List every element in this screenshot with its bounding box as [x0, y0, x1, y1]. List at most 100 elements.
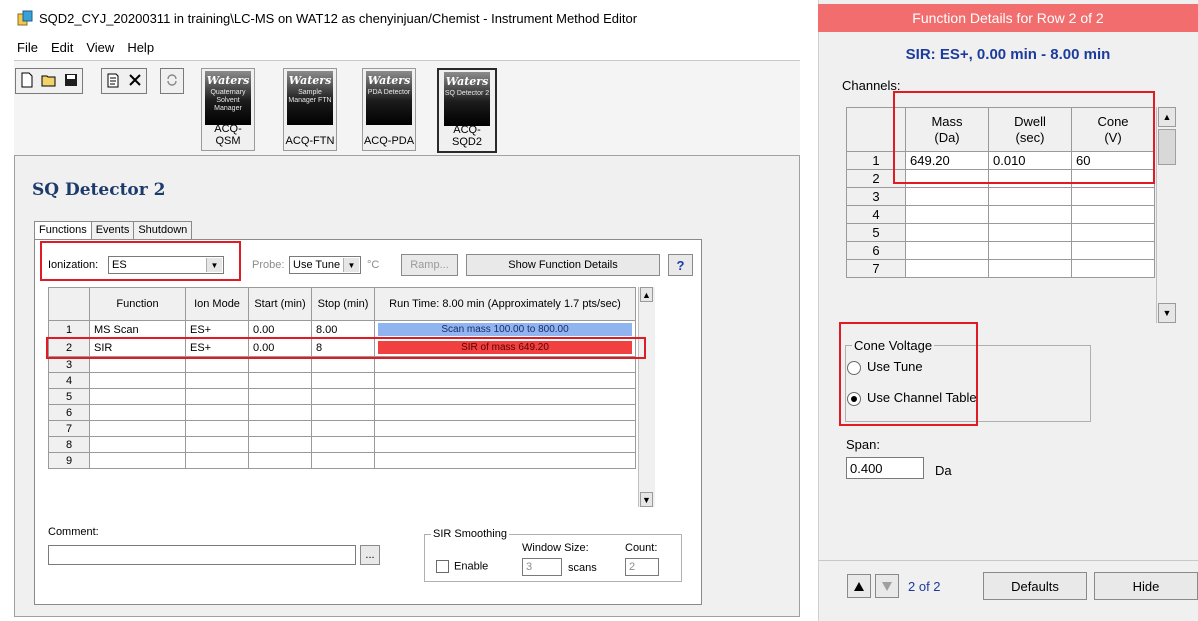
save-icon[interactable]	[60, 69, 82, 91]
table-row[interactable]: 4	[48, 372, 636, 389]
table-row[interactable]: 3	[846, 187, 1155, 206]
count-label: Count:	[625, 542, 658, 554]
open-icon[interactable]	[38, 69, 60, 91]
probe-unit: °C	[367, 259, 380, 271]
stop-cell[interactable]: 8.00	[311, 320, 375, 339]
window-title: SQD2_CYJ_20200311 in training\LC-MS on W…	[39, 10, 638, 26]
window-size-input[interactable]: 3	[522, 558, 562, 576]
details-subtitle: SIR: ES+, 0.00 min - 8.00 min	[905, 46, 1111, 63]
comment-browse-button[interactable]: ...	[360, 545, 380, 565]
col-start: Start (min)	[248, 287, 312, 321]
row-number: 5	[846, 223, 906, 242]
probe-select[interactable]: Use Tune ▼	[289, 256, 361, 274]
functions-table: Function Ion Mode Start (min) Stop (min)…	[48, 287, 636, 469]
channels-scrollbar[interactable]: ▲ ▼	[1156, 107, 1177, 323]
table-row[interactable]: 5	[846, 223, 1155, 242]
defaults-button[interactable]: Defaults	[983, 572, 1087, 600]
row-number: 4	[846, 205, 906, 224]
col-ion-mode: Ion Mode	[185, 287, 249, 321]
count-input[interactable]: 2	[625, 558, 659, 576]
highlight-ionization	[40, 241, 241, 281]
span-input[interactable]: 0.400	[846, 457, 924, 479]
scroll-down-icon[interactable]: ▼	[1158, 303, 1176, 323]
tab-shutdown[interactable]: Shutdown	[133, 221, 193, 240]
row-number: 3	[846, 187, 906, 206]
row-number: 1	[48, 320, 90, 339]
function-bar: Scan mass 100.00 to 800.00	[378, 323, 632, 336]
file-buttons	[15, 68, 83, 94]
row-number: 9	[48, 452, 90, 469]
table-row[interactable]: 5	[48, 388, 636, 405]
highlight-cone-voltage	[839, 322, 978, 426]
module-label: ACQ-FTN	[285, 135, 335, 147]
col-function: Function	[89, 287, 186, 321]
triangle-up-icon	[854, 581, 864, 591]
comment-label: Comment:	[48, 526, 99, 538]
properties-icon[interactable]	[102, 69, 124, 91]
highlight-channel-values	[893, 91, 1155, 184]
run-time-cell: Scan mass 100.00 to 800.00	[374, 320, 636, 339]
tab-events[interactable]: Events	[90, 221, 135, 240]
module-acq-qsm[interactable]: Waters Quaternary Solvent Manager ACQ-QS…	[201, 68, 255, 151]
scroll-up-icon[interactable]: ▲	[1158, 107, 1176, 127]
scroll-down-icon[interactable]: ▼	[640, 492, 653, 507]
new-icon[interactable]	[16, 69, 38, 91]
triangle-down-icon	[882, 581, 892, 591]
module-acq-ftn[interactable]: Waters Sample Manager FTN ACQ-FTN	[283, 68, 337, 151]
table-row[interactable]: 7	[48, 420, 636, 437]
table-row[interactable]: 4	[846, 205, 1155, 224]
table-row[interactable]: 8	[48, 436, 636, 453]
menu-file[interactable]: File	[17, 40, 38, 58]
previous-row-button[interactable]	[847, 574, 871, 598]
row-number: 4	[48, 372, 90, 389]
function-cell[interactable]: MS Scan	[89, 320, 186, 339]
row-number: 7	[846, 259, 906, 278]
highlight-sir-row	[46, 337, 646, 359]
page-title: SQ Detector 2	[32, 180, 166, 200]
row-number: 6	[48, 404, 90, 421]
probe-value: Use Tune	[293, 259, 341, 271]
row-number: 5	[48, 388, 90, 405]
table-row[interactable]: 6	[48, 404, 636, 421]
tab-strip: Functions Events Shutdown	[34, 221, 193, 240]
menu-edit[interactable]: Edit	[51, 40, 73, 58]
menu-view[interactable]: View	[86, 40, 114, 58]
enable-checkbox[interactable]: Enable	[436, 560, 488, 573]
ion-mode-cell[interactable]: ES+	[185, 320, 249, 339]
row-number: 6	[846, 241, 906, 260]
window-size-label: Window Size:	[522, 542, 589, 554]
next-row-button[interactable]	[875, 574, 899, 598]
checkbox-icon	[436, 560, 449, 573]
table-row[interactable]: 9	[48, 452, 636, 469]
chevron-down-icon: ▼	[343, 258, 359, 272]
table-row[interactable]: 7	[846, 259, 1155, 278]
scroll-thumb[interactable]	[1158, 129, 1176, 165]
tab-functions[interactable]: Functions	[34, 221, 92, 240]
table-scrollbar[interactable]: ▲ ▼	[638, 287, 655, 507]
edit-buttons	[101, 68, 147, 94]
comment-input[interactable]	[48, 545, 356, 565]
table-row[interactable]: 1 MS Scan ES+ 0.00 8.00 Scan mass 100.00…	[48, 320, 636, 339]
divider	[818, 560, 1198, 561]
start-cell[interactable]: 0.00	[248, 320, 312, 339]
scroll-up-icon[interactable]: ▲	[640, 287, 653, 302]
channels-label: Channels:	[842, 78, 901, 93]
ramp-button[interactable]: Ramp...	[401, 254, 458, 276]
help-button[interactable]: ?	[668, 254, 693, 276]
show-function-details-button[interactable]: Show Function Details	[466, 254, 660, 276]
table-row[interactable]: 6	[846, 241, 1155, 260]
functions-table-wrap: Function Ion Mode Start (min) Stop (min)…	[48, 287, 636, 469]
menu-help[interactable]: Help	[127, 40, 154, 58]
row-number: 7	[48, 420, 90, 437]
row-page-indicator: 2 of 2	[908, 579, 941, 594]
refresh-icon[interactable]	[161, 69, 183, 91]
module-acq-sqd2[interactable]: Waters SQ Detector 2 ACQ-SQD2	[437, 68, 497, 153]
module-label: ACQ-PDA	[363, 135, 415, 147]
hide-button[interactable]: Hide	[1094, 572, 1198, 600]
module-acq-pda[interactable]: Waters PDA Detector ACQ-PDA	[362, 68, 416, 151]
row-header-corner	[48, 287, 90, 321]
delete-icon[interactable]	[124, 69, 146, 91]
module-label: ACQ-SQD2	[452, 124, 482, 148]
menu-bar: File Edit View Help	[17, 40, 154, 58]
row-number: 8	[48, 436, 90, 453]
